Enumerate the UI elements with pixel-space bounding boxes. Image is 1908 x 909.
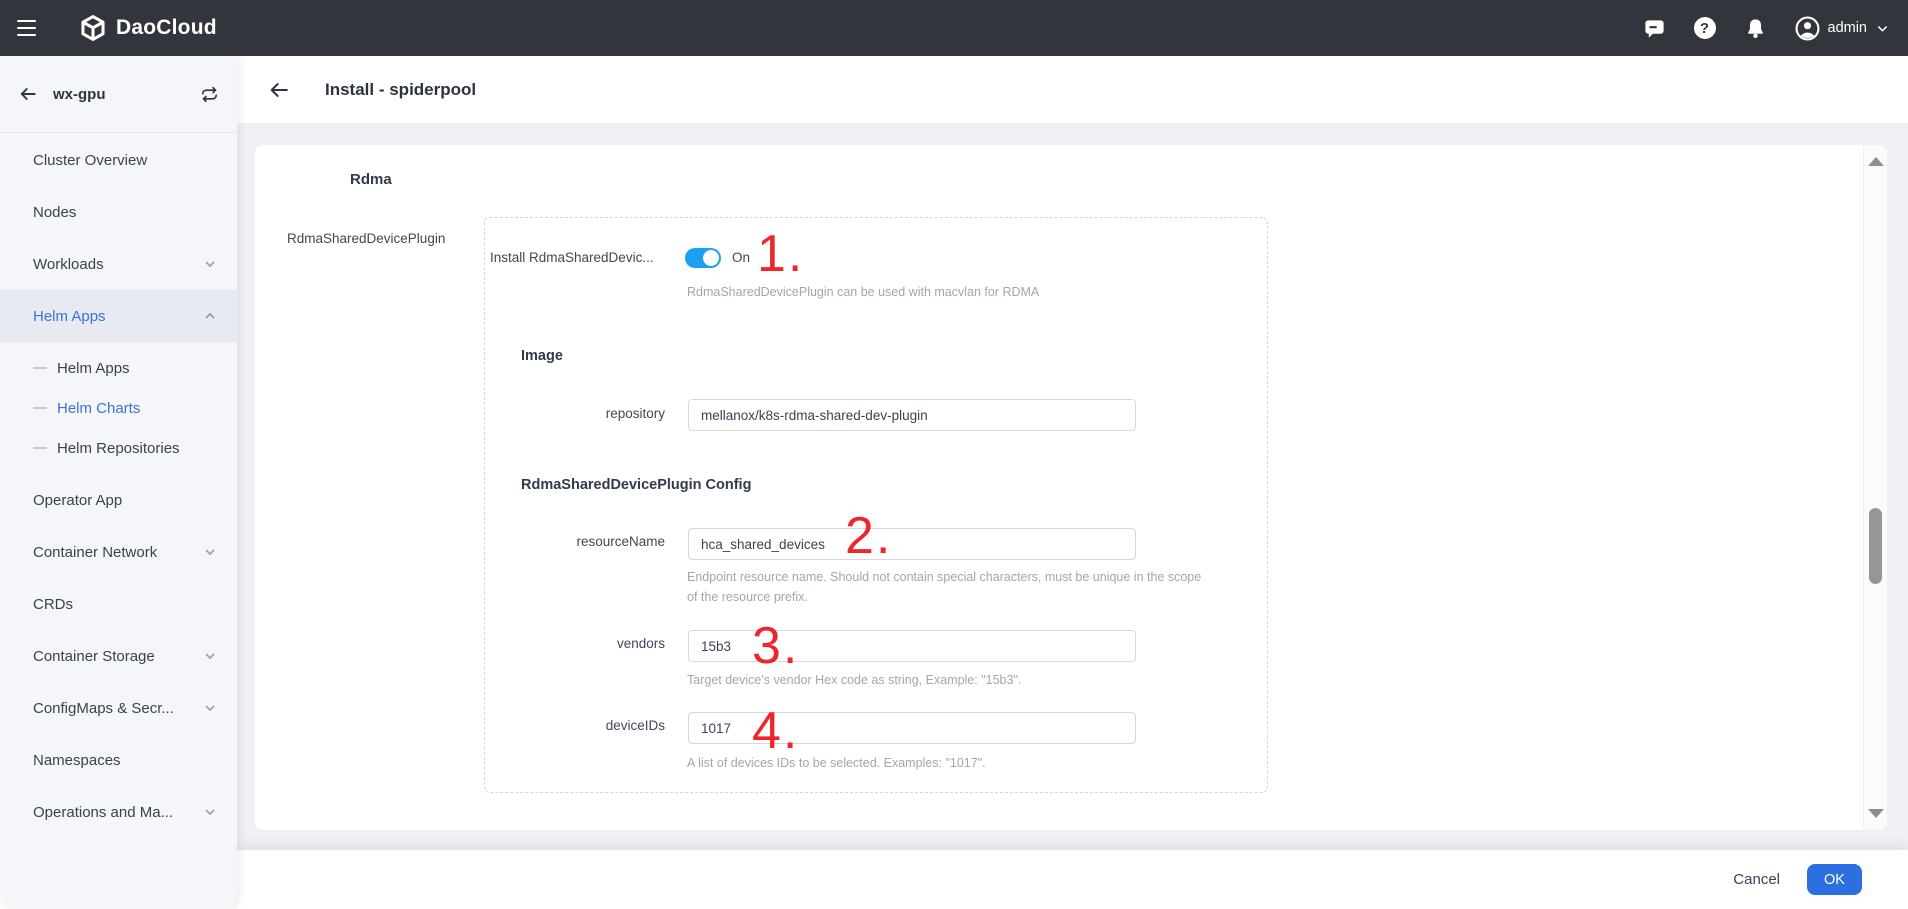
sidebar-item-operations[interactable]: Operations and Ma... [0,786,237,838]
back-arrow-icon [270,82,288,97]
cluster-name: wx-gpu [53,85,106,103]
install-toggle[interactable] [685,248,721,268]
cluster-back-button[interactable] [18,84,38,104]
chevron-down-icon [205,809,215,815]
sidebar-subitem-helm-apps[interactable]: Helm Apps [0,348,237,388]
sidebar-item-helm-apps[interactable]: Helm Apps [0,290,237,342]
install-toggle-help: RdmaSharedDevicePlugin can be used with … [687,285,1040,299]
cluster-header: wx-gpu [0,56,237,133]
sidebar-item-crds[interactable]: CRDs [0,578,237,630]
back-arrow-icon [20,88,36,100]
repository-input[interactable] [688,399,1136,431]
brand-logo[interactable]: DaoCloud [79,14,217,42]
page-back-button[interactable] [268,79,290,101]
sidebar-subitem-helm-repositories[interactable]: Helm Repositories [0,428,237,468]
chevron-down-icon [205,705,215,711]
dash-icon [33,367,47,369]
chevron-down-icon [205,653,215,659]
sidebar-item-nodes[interactable]: Nodes [0,186,237,238]
vendors-label: vendors [616,636,665,651]
install-toggle-label: Install RdmaSharedDevic... [490,250,654,265]
messages-icon[interactable] [1643,17,1666,40]
repository-label: repository [605,406,665,421]
switch-cluster-icon[interactable] [200,85,219,104]
chevron-down-icon [1878,25,1887,31]
form-card: Rdma RdmaSharedDevicePlugin Install Rdma… [255,145,1887,830]
sidebar-item-workloads[interactable]: Workloads [0,238,237,290]
scrollbar-thumb[interactable] [1869,508,1882,584]
notifications-icon[interactable] [1744,17,1767,40]
section-rdma: Rdma [350,171,392,188]
ok-button[interactable]: OK [1807,864,1862,895]
page-title: Install - spiderpool [325,79,477,99]
device-ids-input[interactable] [688,712,1136,744]
sidebar-item-operator-app[interactable]: Operator App [0,474,237,526]
content-area: Rdma RdmaSharedDevicePlugin Install Rdma… [237,123,1908,850]
user-menu[interactable]: admin [1795,16,1891,41]
resource-name-label: resourceName [576,534,665,549]
sidebar-item-namespaces[interactable]: Namespaces [0,734,237,786]
scrollbar-track[interactable] [1863,145,1887,830]
sidebar-item-container-storage[interactable]: Container Storage [0,630,237,682]
group-label-rdmashareddeviceplugin: RdmaSharedDevicePlugin [287,231,446,246]
scroll-down-arrow-icon[interactable] [1868,809,1884,818]
vendors-input[interactable] [688,630,1136,662]
resource-name-input[interactable] [688,528,1136,560]
toggle-knob [703,250,719,266]
sidebar-item-cluster-overview[interactable]: Cluster Overview [0,134,237,186]
footer-action-bar: Cancel OK [237,850,1908,909]
section-image: Image [521,348,563,364]
install-toggle-state: On [732,250,751,265]
resource-name-help: Endpoint resource name. Should not conta… [687,570,1202,604]
chevron-up-icon [205,313,215,319]
daocloud-logo-icon [81,15,105,41]
vendors-help: Target device's vendor Hex code as strin… [687,673,1022,687]
hamburger-menu-icon[interactable] [17,20,37,36]
topbar: DaoCloud ? admin [0,0,1908,56]
help-icon[interactable]: ? [1693,17,1716,39]
device-ids-help: A list of devices IDs to be selected. Ex… [687,756,986,770]
cancel-button[interactable]: Cancel [1733,871,1780,888]
sidebar-nav: Cluster Overview Nodes Workloads Helm Ap… [0,133,237,838]
sidebar-subitem-helm-charts[interactable]: Helm Charts [0,388,237,428]
section-rdma-config: RdmaSharedDevicePlugin Config [521,477,752,493]
rdma-plugin-group: Install RdmaSharedDevic... On RdmaShared… [484,217,1268,793]
username: admin [1827,20,1868,36]
sidebar-item-configmaps-secrets[interactable]: ConfigMaps & Secr... [0,682,237,734]
dash-icon [33,447,47,449]
avatar-icon [1795,16,1819,40]
chevron-down-icon [205,549,215,555]
device-ids-label: deviceIDs [605,718,665,733]
dash-icon [33,407,47,409]
scroll-up-arrow-icon[interactable] [1868,157,1884,166]
page-header: Install - spiderpool [237,56,1908,123]
sidebar-item-container-network[interactable]: Container Network [0,526,237,578]
chevron-down-icon [205,261,215,267]
sidebar: wx-gpu Cluster Overview Nodes Workloads … [0,56,237,909]
brand-name: DaoCloud [116,16,217,39]
